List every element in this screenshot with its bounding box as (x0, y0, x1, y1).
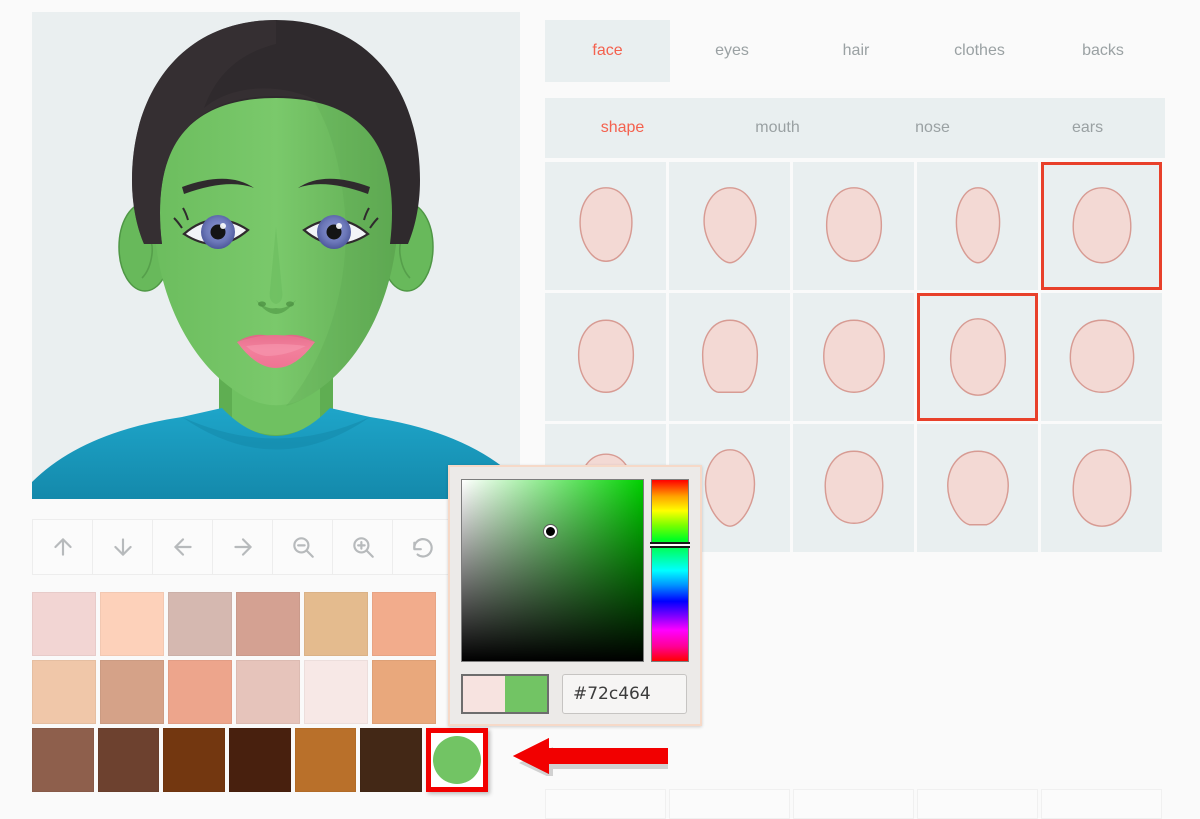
zoom-in-button[interactable] (333, 520, 393, 574)
palette-swatch[interactable] (168, 660, 232, 724)
move-right-button[interactable] (213, 520, 273, 574)
arrow-left-icon (170, 534, 196, 560)
transform-toolbar (32, 519, 480, 575)
face-shape-icon (949, 318, 1006, 396)
tab-clothes[interactable]: clothes (918, 20, 1041, 82)
category-tabs: face eyes hair clothes backs (545, 20, 1165, 82)
face-shape-cell[interactable] (1041, 789, 1162, 819)
face-shape-icon (704, 449, 755, 527)
palette-swatch[interactable] (163, 728, 225, 792)
face-shape-cell[interactable] (545, 162, 666, 290)
face-shape-icon (701, 319, 758, 393)
tab-eyes[interactable]: eyes (670, 20, 794, 82)
face-shape-icon (578, 187, 633, 263)
move-left-button[interactable] (153, 520, 213, 574)
palette-swatch[interactable] (100, 592, 164, 656)
face-shape-cell[interactable] (793, 293, 914, 421)
move-down-button[interactable] (93, 520, 153, 574)
palette-row (32, 660, 492, 724)
face-shape-icon (1071, 449, 1132, 527)
palette-swatch[interactable] (372, 660, 436, 724)
new-color-swatch (505, 676, 547, 712)
tab-face[interactable]: face (545, 20, 670, 82)
old-color-swatch (463, 676, 505, 712)
face-shape-cell[interactable] (917, 162, 1038, 290)
face-shape-icon (823, 450, 884, 525)
move-up-button[interactable] (33, 520, 93, 574)
arrow-up-icon (50, 534, 76, 560)
face-shape-cell[interactable] (793, 789, 914, 819)
subtab-mouth[interactable]: mouth (700, 98, 855, 158)
color-compare-swatches (461, 674, 549, 714)
face-subtabs: shape mouth nose ears (545, 98, 1165, 158)
palette-swatch[interactable] (304, 592, 368, 656)
face-shape-cell[interactable] (1041, 162, 1162, 290)
face-shape-icon (822, 319, 885, 394)
zoom-out-icon (290, 534, 316, 560)
skin-color-palette (32, 592, 492, 796)
face-shape-icon (702, 187, 757, 264)
palette-swatch[interactable] (360, 728, 422, 792)
face-shape-cell[interactable] (793, 424, 914, 552)
palette-swatch[interactable] (100, 660, 164, 724)
hue-slider[interactable] (651, 479, 689, 662)
face-shape-icon (955, 187, 1000, 264)
palette-swatch[interactable] (236, 592, 300, 656)
zoom-in-icon (350, 534, 376, 560)
palette-swatch[interactable] (32, 592, 96, 656)
tab-backs[interactable]: backs (1041, 20, 1165, 82)
shape-grid-row (545, 293, 1170, 421)
selected-custom-color-swatch[interactable] (425, 728, 488, 792)
face-shape-cell[interactable] (545, 293, 666, 421)
palette-swatch[interactable] (32, 660, 96, 724)
undo-icon (410, 534, 436, 560)
tab-hair[interactable]: hair (794, 20, 918, 82)
face-shape-cell[interactable] (1041, 293, 1162, 421)
subtab-nose[interactable]: nose (855, 98, 1010, 158)
palette-row (32, 592, 492, 656)
palette-swatch[interactable] (32, 728, 94, 792)
palette-row (32, 728, 492, 792)
color-picker-dialog[interactable]: #72c464 (448, 465, 702, 726)
subtab-shape[interactable]: shape (545, 98, 700, 158)
face-shape-cell[interactable] (669, 789, 790, 819)
face-shape-cell[interactable] (545, 789, 666, 819)
shape-grid-row (545, 162, 1170, 290)
undo-button[interactable] (393, 520, 453, 574)
palette-swatch[interactable] (294, 728, 357, 792)
face-shape-cell[interactable] (669, 293, 790, 421)
face-shape-cell[interactable] (917, 789, 1038, 819)
subtab-ears[interactable]: ears (1010, 98, 1165, 158)
avatar-preview (32, 12, 520, 499)
saturation-value-area[interactable] (461, 479, 644, 662)
face-shape-cell[interactable] (793, 162, 914, 290)
arrow-right-icon (230, 534, 256, 560)
palette-swatch[interactable] (304, 660, 368, 724)
face-shape-icon (1069, 319, 1134, 394)
hue-slider-handle[interactable] (650, 541, 690, 548)
palette-swatch[interactable] (372, 592, 436, 656)
palette-swatch[interactable] (168, 592, 232, 656)
face-shape-cell[interactable] (917, 293, 1038, 421)
hex-value-input[interactable]: #72c464 (562, 674, 687, 714)
arrow-down-icon (110, 534, 136, 560)
palette-swatch[interactable] (236, 660, 300, 724)
palette-swatch[interactable] (97, 728, 160, 792)
face-shape-cell[interactable] (1041, 424, 1162, 552)
zoom-out-button[interactable] (273, 520, 333, 574)
avatar-illustration (32, 20, 520, 499)
palette-swatch[interactable] (228, 728, 291, 792)
face-shape-icon (825, 187, 882, 263)
face-shape-icon (1071, 187, 1132, 264)
face-shape-icon (577, 319, 634, 394)
face-shape-cell[interactable] (917, 424, 1038, 552)
face-shape-cell[interactable] (669, 162, 790, 290)
face-shape-icon (946, 450, 1009, 526)
sv-marker[interactable] (544, 525, 557, 539)
next-shape-row (545, 789, 1165, 819)
custom-color-dot (432, 736, 481, 784)
